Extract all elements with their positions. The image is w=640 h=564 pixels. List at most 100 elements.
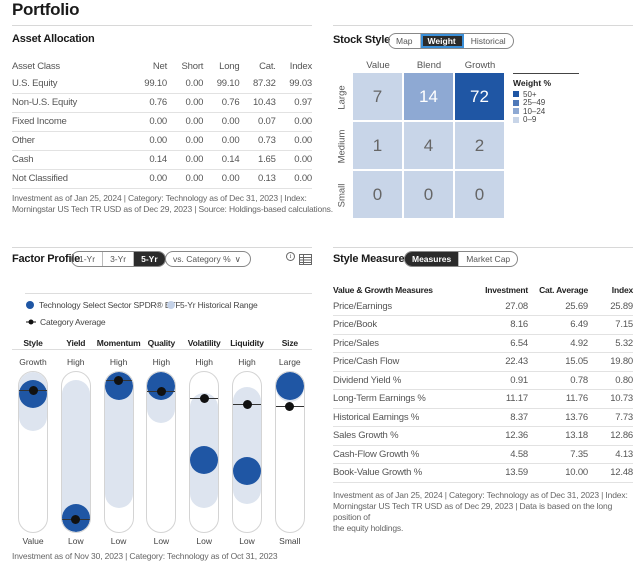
page-title: Portfolio [12,0,80,19]
style-measures-toggle: Measures Market Cap [404,251,519,267]
value-cell: 5.32 [588,334,633,353]
value-cell: 0.00 [275,169,312,189]
divider [12,247,312,248]
fund-score-dot[interactable] [233,457,261,486]
measure-name-cell: Historical Earnings % [333,408,473,427]
category-average-dot[interactable] [242,400,252,409]
table-row: Cash 0.14 0.00 0.14 1.65 0.00 [12,150,312,170]
tab-3-yr[interactable]: 3-Yr [103,252,135,266]
tab-map[interactable]: Map [389,34,421,48]
tab-historical[interactable]: Historical [464,34,513,48]
style-column-label: Blend [416,60,442,71]
measure-name-cell: Dividend Yield % [333,371,473,390]
footnote-line: the equity holdings. [333,523,404,533]
table-row: Historical Earnings % 8.37 13.76 7.73 [333,408,633,427]
tab-market-cap[interactable]: Market Cap [459,252,517,266]
value-cell: 0.80 [588,371,633,390]
style-box-cell[interactable]: 2 [455,122,504,169]
value-cell: 0.07 [239,112,276,132]
factor-track [18,371,48,533]
table-row: Fixed Income 0.00 0.00 0.00 0.07 0.00 [12,112,312,132]
value-cell: 15.05 [528,352,588,372]
style-box-cell[interactable]: 14 [404,73,453,120]
value-cell: 12.36 [473,426,528,446]
table-row: Cash-Flow Growth % 4.58 7.35 4.13 [333,445,633,464]
table-row: U.S. Equity 99.10 0.00 99.10 87.32 99.03 [12,74,312,94]
column-header: Cat. Average [539,285,588,295]
compare-dropdown-label: vs. Category % ∨ [166,252,248,266]
value-cell: 0.00 [130,112,167,132]
category-average-dot[interactable] [199,393,209,403]
compare-dropdown-value: vs. Category % [173,254,231,264]
value-cell: 99.10 [203,74,240,94]
info-icon[interactable]: i [286,252,295,261]
value-cell: 11.76 [528,389,588,409]
style-box-cell[interactable]: 0 [404,171,453,218]
legend-item: 10–24 [513,107,579,116]
style-measures-footnote: Investment as of Jan 25, 2024 | Category… [333,490,640,534]
value-cell: 0.00 [203,112,240,132]
table-header-row: Asset Class Net Short Long Cat. Index [12,58,312,74]
divider [12,349,312,350]
tab-5-yr[interactable]: 5-Yr [134,252,165,266]
compare-dropdown[interactable]: vs. Category % ∨ [165,251,251,267]
factor-period-toggle: 1-Yr 3-Yr 5-Yr [71,251,166,267]
value-cell: 12.48 [588,463,633,483]
style-box-cell[interactable]: 0 [353,171,402,218]
tab-1-yr[interactable]: 1-Yr [72,252,104,266]
category-average-dot[interactable] [28,385,38,395]
table-row: Other 0.00 0.00 0.00 0.73 0.00 [12,131,312,151]
style-box-cell[interactable]: 4 [404,122,453,169]
footnote-line: Investment as of Jan 25, 2024 | Category… [333,490,628,500]
table-row: Price/Earnings 27.08 25.69 25.89 [333,297,633,316]
value-cell: 8.16 [473,315,528,335]
column-header: Index [289,60,312,72]
fund-score-dot[interactable] [190,446,219,474]
footnote-line: Morningstar US Tech TR USD as of Dec 29,… [12,204,333,214]
fund-score-dot[interactable] [275,372,304,400]
tab-weight[interactable]: Weight [420,34,464,48]
value-cell: 7.73 [588,408,633,427]
value-cell: 0.00 [275,112,312,132]
value-cell: 0.00 [167,169,203,189]
style-measures-title: Style Measures [333,253,411,265]
table-view-icon[interactable] [299,254,312,265]
column-header: Investment [485,285,528,295]
value-cell: 0.00 [167,112,203,132]
value-cell: 0.13 [239,169,276,189]
value-cell: 10.43 [239,93,276,113]
asset-class-cell: Other [12,131,131,151]
value-cell: 6.54 [473,334,528,353]
stock-style-view-toggle: Map Weight Historical [388,33,514,49]
legend-label: Technology Select Sector SPDR® ETF [39,300,181,310]
value-cell: 0.14 [130,150,167,170]
legend-title: Weight % [513,78,552,88]
value-cell: 99.10 [130,74,167,94]
value-cell: 13.18 [528,426,588,446]
style-box-cell[interactable]: 1 [353,122,402,169]
measure-name-cell: Price/Sales [333,334,473,353]
legend-label: 0–9 [523,115,537,125]
style-box-cell[interactable]: 7 [353,73,402,120]
value-cell: 0.00 [130,169,167,189]
legend-swatch-icon [513,116,519,123]
value-cell: 0.76 [203,93,240,113]
style-box-cell[interactable]: 72 [455,73,504,120]
legend-category: Category Average [26,317,106,327]
table-row: Book-Value Growth % 13.59 10.00 12.48 [333,463,633,483]
column-header: Asset Class [12,60,60,72]
measure-name-cell: Long-Term Earnings % [333,389,473,409]
value-cell: 7.15 [588,315,633,335]
footnote-line: Morningstar US Tech TR USD as of Dec 29,… [333,501,613,522]
divider [333,247,633,248]
factor-track [274,371,305,533]
value-cell: 0.91 [473,371,528,390]
category-average-dot[interactable] [285,401,295,411]
tab-measures[interactable]: Measures [405,252,460,266]
value-cell: 27.08 [473,297,528,316]
style-box-cell[interactable]: 0 [455,171,504,218]
value-cell: 0.00 [167,74,203,94]
asset-allocation-table: Asset Class Net Short Long Cat. Index U.… [12,58,312,189]
column-header: Value & Growth Measures [333,285,433,295]
measure-name-cell: Price/Earnings [333,297,473,316]
